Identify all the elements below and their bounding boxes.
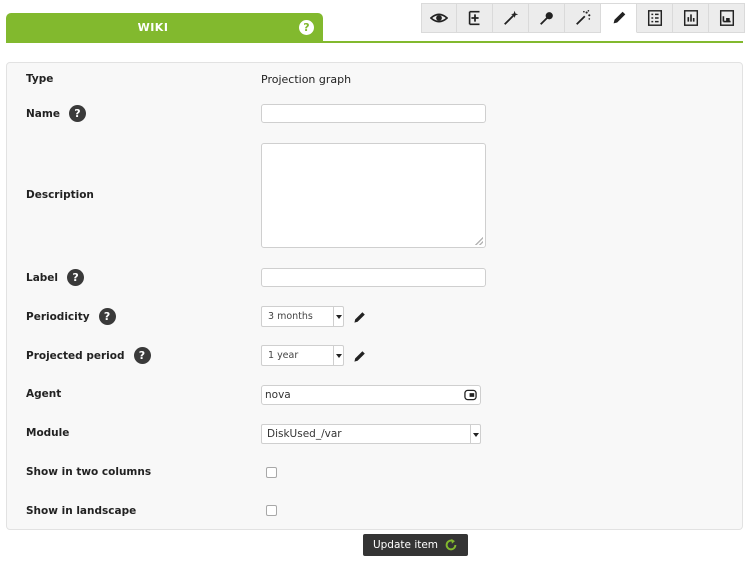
- periodicity-label: Periodicity ?: [26, 308, 116, 325]
- chevron-down-icon: [470, 425, 480, 443]
- header-divider: [6, 41, 743, 43]
- landscape-label: Show in landscape: [26, 505, 136, 517]
- add-element-icon: [468, 10, 479, 26]
- special-wizard-button[interactable]: [565, 3, 601, 33]
- eye-icon: [430, 13, 448, 23]
- projected-period-help-icon[interactable]: ?: [133, 347, 151, 364]
- name-label: Name ?: [26, 105, 86, 122]
- pin-icon: [539, 12, 553, 25]
- wiki-help-icon[interactable]: ?: [299, 20, 314, 35]
- sparkle-wand-icon: [575, 9, 590, 25]
- refresh-icon: [445, 538, 457, 551]
- edit-projected-period-pencil-icon[interactable]: [352, 348, 368, 364]
- clear-agent-icon[interactable]: [464, 389, 477, 401]
- two-columns-checkbox[interactable]: [266, 467, 277, 478]
- label-label-text: Label: [26, 271, 59, 284]
- list-button[interactable]: [637, 3, 673, 33]
- wiki-label: WIKI: [137, 21, 169, 34]
- chevron-down-icon: [333, 346, 343, 365]
- dashboard-button[interactable]: [709, 3, 745, 33]
- graph-button[interactable]: [673, 3, 709, 33]
- resize-grip-icon[interactable]: [475, 237, 483, 245]
- periodicity-select[interactable]: 3 months: [261, 306, 344, 327]
- agent-input[interactable]: nova: [261, 385, 481, 405]
- description-label: Description: [26, 189, 94, 201]
- form-panel: Type Projection graph Name ? Description…: [6, 62, 743, 530]
- module-select[interactable]: DiskUsed_/var: [261, 424, 481, 444]
- agent-value: nova: [265, 389, 291, 401]
- projected-period-value: 1 year: [268, 350, 299, 361]
- projected-period-label-text: Projected period: [26, 349, 125, 362]
- name-input[interactable]: [261, 104, 486, 123]
- view-button[interactable]: [421, 3, 457, 33]
- list-icon: [647, 10, 662, 26]
- module-label: Module: [26, 427, 69, 439]
- wiki-tab[interactable]: WIKI ?: [6, 13, 323, 42]
- add-element-button[interactable]: [457, 3, 493, 33]
- description-textarea[interactable]: [261, 143, 486, 248]
- agent-label-text: Agent: [26, 388, 62, 400]
- update-item-button[interactable]: Update item: [363, 534, 468, 556]
- label-label: Label ?: [26, 269, 85, 286]
- landscape-checkbox[interactable]: [266, 505, 277, 516]
- bar-chart-icon: [683, 10, 698, 26]
- label-help-icon[interactable]: ?: [67, 269, 85, 286]
- two-columns-label-text: Show in two columns: [26, 466, 152, 478]
- update-item-label: Update item: [372, 539, 439, 551]
- header: WIKI ?: [0, 0, 750, 44]
- wizard-button[interactable]: [493, 3, 529, 33]
- toolbar: [421, 3, 745, 33]
- type-label-text: Type: [26, 73, 54, 85]
- name-help-icon[interactable]: ?: [68, 105, 86, 122]
- edit-button[interactable]: [601, 3, 637, 33]
- pencil-icon: [613, 11, 625, 24]
- type-label: Type: [26, 73, 53, 85]
- type-value: Projection graph: [261, 73, 352, 86]
- name-label-text: Name: [26, 107, 60, 120]
- magic-wand-icon: [503, 10, 518, 25]
- two-columns-label: Show in two columns: [26, 466, 151, 478]
- periodicity-label-text: Periodicity: [26, 310, 90, 323]
- module-label-text: Module: [26, 427, 70, 439]
- pin-button[interactable]: [529, 3, 565, 33]
- edit-periodicity-pencil-icon[interactable]: [352, 309, 368, 325]
- projected-period-label: Projected period ?: [26, 347, 151, 364]
- periodicity-value: 3 months: [268, 311, 313, 322]
- dashboard-icon: [719, 10, 734, 26]
- chevron-down-icon: [333, 307, 343, 326]
- projected-period-select[interactable]: 1 year: [261, 345, 344, 366]
- description-label-text: Description: [26, 189, 94, 201]
- module-value: DiskUsed_/var: [267, 428, 342, 440]
- landscape-label-text: Show in landscape: [26, 505, 137, 517]
- periodicity-help-icon[interactable]: ?: [98, 308, 116, 325]
- agent-label: Agent: [26, 388, 61, 400]
- label-input[interactable]: [261, 268, 486, 287]
